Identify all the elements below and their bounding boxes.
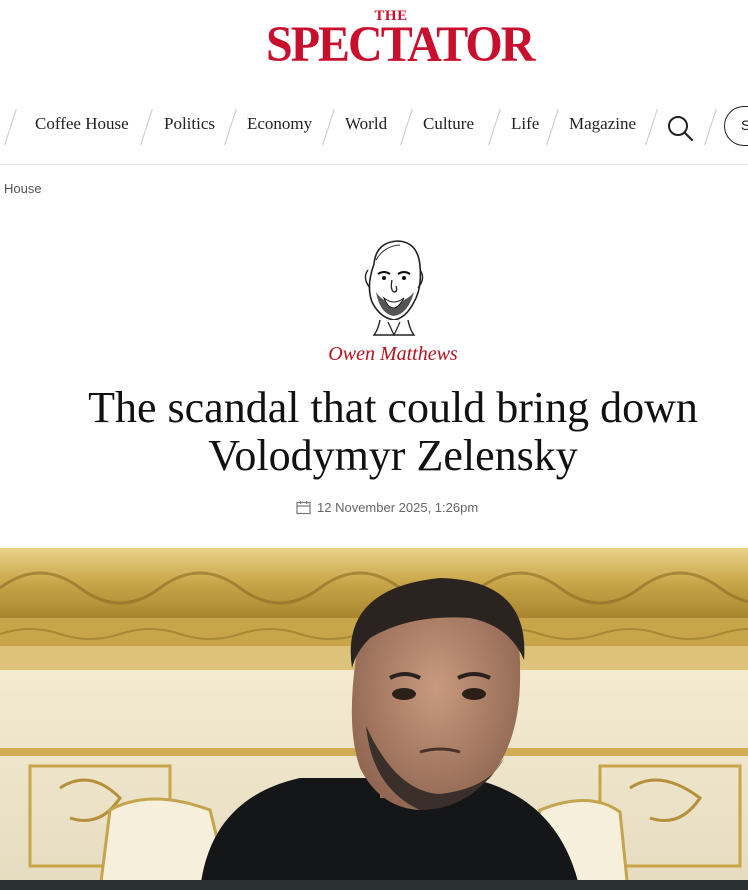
subscribe-label: S <box>741 117 748 133</box>
nav-item-life[interactable]: Life <box>511 114 539 134</box>
hero-image <box>0 548 748 890</box>
nav-divider <box>140 108 153 146</box>
nav-divider <box>4 108 17 146</box>
nav-divider <box>645 108 658 146</box>
masthead: THE SPECTATOR <box>0 0 748 90</box>
nav-item-culture[interactable]: Culture <box>423 114 474 134</box>
date-text: 12 November 2025, 1:26pm <box>317 500 479 515</box>
nav-item-magazine[interactable]: Magazine <box>569 114 636 134</box>
nav-divider <box>322 108 335 146</box>
main-nav: Coffee House Politics Economy World Cult… <box>0 100 748 154</box>
nav-item-world[interactable]: World <box>345 114 387 134</box>
nav-divider <box>704 108 717 146</box>
nav-divider <box>400 108 413 146</box>
title-line-1: The scandal that could bring down <box>88 383 698 432</box>
article-date: 12 November 2025, 1:26pm <box>296 500 478 518</box>
calendar-icon <box>296 500 311 518</box>
hero-caption-bar <box>0 880 748 890</box>
subscribe-button[interactable]: S <box>724 106 748 146</box>
nav-item-economy[interactable]: Economy <box>247 114 312 134</box>
spectator-logo[interactable]: THE SPECTATOR <box>266 8 535 73</box>
logo-name: SPECTATOR <box>266 16 535 73</box>
nav-item-coffee-house[interactable]: Coffee House <box>35 114 129 134</box>
breadcrumb[interactable]: House <box>4 181 42 196</box>
article-title: The scandal that could bring down Volody… <box>40 384 746 480</box>
nav-divider <box>224 108 237 146</box>
nav-divider <box>546 108 559 146</box>
author-caricature[interactable] <box>354 236 430 337</box>
title-line-2: Volodymyr Zelensky <box>208 431 578 480</box>
nav-divider-line <box>0 164 748 165</box>
search-icon[interactable] <box>666 114 694 142</box>
author-name[interactable]: Owen Matthews <box>0 343 748 366</box>
nav-item-politics[interactable]: Politics <box>164 114 215 134</box>
nav-divider <box>488 108 501 146</box>
